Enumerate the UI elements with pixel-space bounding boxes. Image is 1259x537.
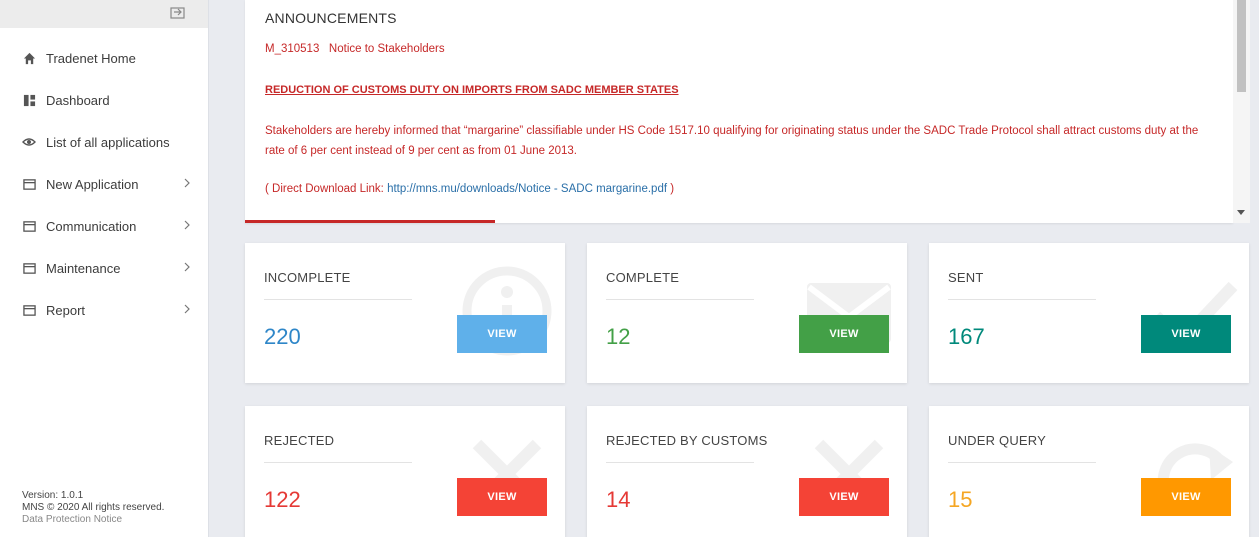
collapse-sidebar-icon[interactable] (170, 5, 186, 19)
sidebar-item-label: List of all applications (46, 134, 170, 150)
sidebar-item-label: Tradenet Home (46, 50, 136, 66)
eye-icon (22, 135, 36, 149)
download-link[interactable]: http://mns.mu/downloads/Notice - SADC ma… (387, 183, 667, 195)
view-button[interactable]: VIEW (1141, 315, 1231, 353)
card-divider (606, 462, 754, 463)
data-protection-link[interactable]: Data Protection Notice (22, 514, 164, 526)
sidebar-item-report[interactable]: Report (0, 300, 208, 320)
notice-heading: REDUCTION OF CUSTOMS DUTY ON IMPORTS FRO… (265, 84, 679, 96)
copyright-text: MNS © 2020 All rights reserved. (22, 502, 165, 513)
status-card-rejected-by-customs: REJECTED BY CUSTOMS 14 VIEW (587, 406, 907, 537)
panel-accent-bar (245, 220, 495, 223)
status-card-complete: COMPLETE 12 VIEW (587, 243, 907, 383)
view-button[interactable]: VIEW (799, 315, 889, 353)
dashboard-icon (22, 93, 36, 107)
sidebar-header (0, 0, 208, 28)
version-text: Version: 1.0.1 (22, 490, 84, 501)
sidebar-item-new-application[interactable]: New Application (0, 174, 208, 194)
card-title: REJECTED (264, 433, 335, 448)
notice-body: Stakeholders are hereby informed that “m… (265, 125, 1199, 157)
status-card-under-query: UNDER QUERY 15 VIEW (929, 406, 1249, 537)
scroll-down-icon[interactable] (1237, 210, 1245, 215)
link-suffix: ) (667, 183, 675, 195)
card-title: COMPLETE (606, 270, 680, 285)
sidebar-item-communication[interactable]: Communication (0, 216, 208, 236)
sidebar-item-label: Maintenance (46, 260, 121, 276)
chevron-right-icon (184, 220, 190, 230)
chevron-right-icon (184, 178, 190, 188)
card-count: 122 (264, 487, 301, 512)
sidebar-item-label: Communication (46, 218, 137, 234)
sidebar-footer: Version: 1.0.1 MNS © 2020 All rights res… (22, 490, 164, 526)
card-title: SENT (948, 270, 984, 285)
home-icon (22, 51, 36, 65)
card-divider (948, 462, 1096, 463)
card-count: 220 (264, 324, 301, 349)
card-count: 15 (948, 487, 973, 512)
window-icon (22, 177, 36, 191)
card-divider (606, 299, 754, 300)
view-button[interactable]: VIEW (457, 478, 547, 516)
card-count: 12 (606, 324, 631, 349)
card-title: INCOMPLETE (264, 270, 351, 285)
status-card-rejected: REJECTED 122 VIEW (245, 406, 565, 537)
sidebar-item-label: Dashboard (46, 92, 110, 108)
announcements-title: ANNOUNCEMENTS (265, 10, 397, 26)
sidebar-item-maintenance[interactable]: Maintenance (0, 258, 208, 278)
sidebar-nav: Tradenet Home Dashboard List of all appl… (0, 28, 208, 320)
view-button[interactable]: VIEW (457, 315, 547, 353)
view-button[interactable]: VIEW (1141, 478, 1231, 516)
announcements-panel: ANNOUNCEMENTS M_310513 Notice to Stakeho… (245, 0, 1233, 223)
status-card-incomplete: INCOMPLETE 220 VIEW (245, 243, 565, 383)
card-count: 14 (606, 487, 631, 512)
card-divider (264, 299, 412, 300)
scrollbar-thumb[interactable] (1237, 0, 1246, 92)
status-card-sent: SENT 167 VIEW (929, 243, 1249, 383)
sidebar-item-label: Report (46, 302, 86, 318)
card-title: REJECTED BY CUSTOMS (606, 433, 768, 448)
view-button[interactable]: VIEW (799, 478, 889, 516)
card-title: UNDER QUERY (948, 433, 1047, 448)
card-count: 167 (948, 324, 985, 349)
sidebar-item-label: New Application (46, 176, 139, 192)
card-divider (948, 299, 1096, 300)
chevron-right-icon (184, 304, 190, 314)
notice-download: ( Direct Download Link: http://mns.mu/do… (265, 183, 674, 195)
link-prefix: ( Direct Download Link: (265, 183, 388, 195)
notice-id: M_310513 Notice to Stakeholders (265, 43, 445, 55)
sidebar-item-tradenet-home[interactable]: Tradenet Home (0, 48, 208, 68)
announcements-scrollbar[interactable] (1233, 0, 1250, 223)
sidebar: Tradenet Home Dashboard List of all appl… (0, 0, 209, 537)
card-divider (264, 462, 412, 463)
chevron-right-icon (184, 262, 190, 272)
window-icon (22, 219, 36, 233)
window-icon (22, 261, 36, 275)
window-icon (22, 303, 36, 317)
sidebar-item-dashboard[interactable]: Dashboard (0, 90, 208, 110)
sidebar-item-list-applications[interactable]: List of all applications (0, 132, 208, 152)
